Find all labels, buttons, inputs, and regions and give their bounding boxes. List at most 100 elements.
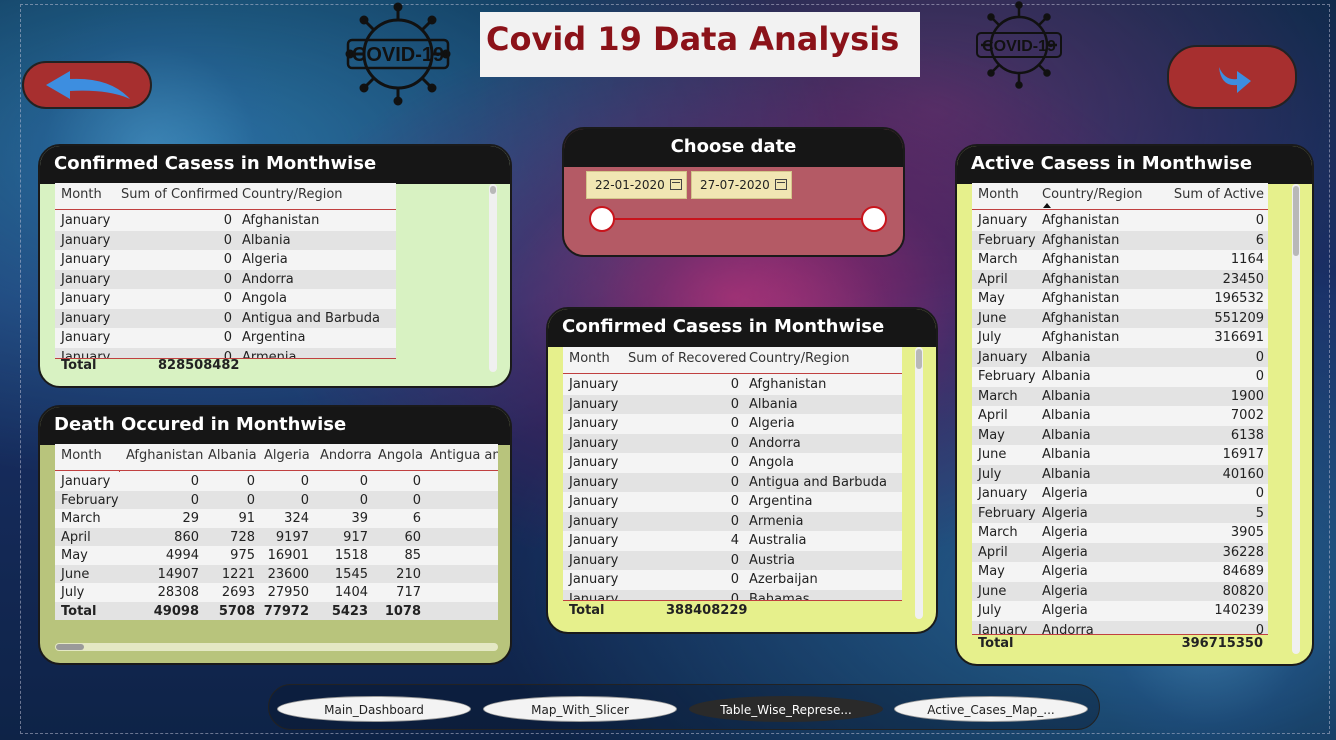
table-row[interactable]: January Algeria 0 — [972, 484, 1268, 504]
table-row[interactable]: January 0 Antigua and Barbuda — [563, 472, 902, 492]
column-header[interactable]: Andorra — [320, 446, 372, 465]
total-row: Total 49098 5708 77972 5423 1078 — [55, 601, 498, 620]
table-row[interactable]: February Afghanistan 6 — [972, 230, 1268, 250]
table-row[interactable]: January 0 Afghanistan — [563, 375, 902, 395]
table-row[interactable]: January 0 Austria — [563, 550, 902, 570]
table-row[interactable]: April Afghanistan 23450 — [972, 269, 1268, 289]
table-row[interactable]: March Albania 1900 — [972, 386, 1268, 406]
date-slider-track[interactable] — [602, 218, 874, 220]
logo-text: COVID-19 — [352, 44, 444, 66]
scrollbar-thumb[interactable] — [56, 644, 84, 650]
table-row[interactable]: May Albania 6138 — [972, 425, 1268, 445]
table-row[interactable]: January 4 Australia — [563, 531, 902, 551]
recovered-table: Month Sum of Recovered Country/Region Ja… — [563, 347, 902, 601]
table-row[interactable]: January 0 Argentina — [563, 492, 902, 512]
table-row[interactable]: January 0 Albania — [55, 230, 396, 250]
table-row[interactable]: January 0 Albania — [563, 394, 902, 414]
back-arrow-icon — [46, 71, 130, 99]
column-header[interactable]: Sum of Confirmed — [121, 185, 238, 204]
table-row[interactable]: January 0 Andorra — [55, 269, 396, 289]
column-header[interactable]: Angola — [378, 446, 423, 465]
table-row[interactable]: June Albania 16917 — [972, 445, 1268, 465]
start-date-input[interactable]: 22-01-2020 — [586, 171, 687, 199]
table-row[interactable]: June 14907 1221 23600 1545 210 — [55, 564, 498, 583]
vertical-scrollbar[interactable] — [1292, 184, 1300, 654]
death-matrix-table: Month Afghanistan Albania Algeria Andorr… — [55, 444, 498, 620]
table-row[interactable]: May Algeria 84689 — [972, 562, 1268, 582]
column-header[interactable]: Month — [61, 185, 102, 204]
column-header[interactable]: Country/Region — [242, 185, 343, 204]
confirmed-cases-card: Confirmed Casess in Monthwise Month Sum … — [38, 144, 512, 388]
table-row[interactable]: March Afghanistan 1164 — [972, 250, 1268, 270]
table-row[interactable]: April 860 728 9197 917 60 — [55, 527, 498, 546]
table-row[interactable]: June Afghanistan 551209 — [972, 308, 1268, 328]
table-header: Month Sum of Confirmed Country/Region — [55, 183, 396, 210]
table-row[interactable]: January Andorra 0 — [972, 620, 1268, 635]
column-header[interactable]: Sum of Active — [1174, 185, 1264, 204]
table-row[interactable]: March Algeria 3905 — [972, 523, 1268, 543]
table-divider — [563, 600, 902, 601]
table-row[interactable]: May 4994 975 16901 1518 85 — [55, 546, 498, 565]
card-title: Death Occured in Monthwise — [40, 407, 510, 445]
column-header[interactable]: Algeria — [264, 446, 310, 465]
forward-arrow-icon — [1219, 67, 1251, 93]
table-row[interactable]: January 0 Armenia — [563, 511, 902, 531]
column-header[interactable]: Country/Region — [1042, 185, 1143, 204]
table-row[interactable]: February 0 0 0 0 0 — [55, 490, 498, 509]
column-header[interactable]: Antigua and — [430, 446, 498, 465]
table-row[interactable]: May Afghanistan 196532 — [972, 289, 1268, 309]
table-row[interactable]: January 0 Angola — [563, 453, 902, 473]
table-row[interactable]: January 0 Algeria — [563, 414, 902, 434]
table-row[interactable]: July 28308 2693 27950 1404 717 — [55, 583, 498, 602]
active-table: Month Country/Region Sum of Active Janua… — [972, 183, 1268, 635]
table-row[interactable]: January 0 Antigua and Barbuda — [55, 308, 396, 328]
table-row[interactable]: July Albania 40160 — [972, 464, 1268, 484]
end-date-input[interactable]: 27-07-2020 — [691, 171, 792, 199]
table-row[interactable]: April Albania 7002 — [972, 406, 1268, 426]
end-date-handle[interactable] — [861, 206, 887, 232]
table-row[interactable]: January 0 Afghanistan — [55, 211, 396, 231]
table-row[interactable]: January 0 Azerbaijan — [563, 570, 902, 590]
logo-text: COVID-19 — [982, 38, 1056, 55]
table-row[interactable]: January 0 0 0 0 0 — [55, 472, 498, 491]
column-header[interactable]: Month — [61, 446, 102, 465]
table-row[interactable]: July Algeria 140239 — [972, 601, 1268, 621]
table-row[interactable]: April Algeria 36228 — [972, 542, 1268, 562]
column-header[interactable]: Month — [569, 349, 610, 368]
table-row[interactable]: January 0 Angola — [55, 289, 396, 309]
total-value: 388408229 — [666, 603, 748, 618]
tab-map-with-slicer[interactable]: Map_With_Slicer — [483, 696, 677, 722]
table-row[interactable]: January 0 Andorra — [563, 433, 902, 453]
tab-table-wise-representation[interactable]: Table_Wise_Represe... — [689, 696, 883, 722]
column-header[interactable]: Month — [978, 185, 1019, 204]
back-button[interactable] — [22, 61, 152, 109]
start-date-handle[interactable] — [589, 206, 615, 232]
table-row[interactable]: July Afghanistan 316691 — [972, 328, 1268, 348]
vertical-scrollbar[interactable] — [915, 347, 923, 619]
table-row[interactable]: February Algeria 5 — [972, 503, 1268, 523]
table-row[interactable]: February Albania 0 — [972, 367, 1268, 387]
table-row[interactable]: March 29 91 324 39 6 — [55, 509, 498, 528]
column-header[interactable]: Afghanistan — [126, 446, 203, 465]
column-header[interactable]: Sum of Recovered — [628, 349, 747, 368]
total-value: 396715350 — [1181, 636, 1263, 651]
tab-main-dashboard[interactable]: Main_Dashboard — [277, 696, 471, 722]
table-row[interactable]: January 0 Argentina — [55, 328, 396, 348]
tab-active-cases-map[interactable]: Active_Cases_Map_... — [894, 696, 1088, 722]
table-row[interactable]: June Algeria 80820 — [972, 581, 1268, 601]
table-row[interactable]: January Albania 0 — [972, 347, 1268, 367]
page-navigator: Main_Dashboard Map_With_Slicer Table_Wis… — [268, 684, 1100, 730]
horizontal-scrollbar[interactable] — [55, 643, 498, 651]
forward-button[interactable] — [1167, 45, 1297, 109]
recovered-cases-card: Confirmed Casess in Monthwise Month Sum … — [546, 307, 938, 634]
total-value: 828508482 — [158, 358, 240, 373]
table-row[interactable]: January 0 Algeria — [55, 250, 396, 270]
end-date-value: 27-07-2020 — [700, 178, 770, 192]
column-header[interactable]: Albania — [208, 446, 257, 465]
vertical-scrollbar[interactable] — [489, 184, 497, 372]
calendar-icon[interactable] — [775, 179, 787, 190]
sort-ascending-icon[interactable] — [1043, 203, 1051, 208]
table-row[interactable]: January Afghanistan 0 — [972, 211, 1268, 231]
calendar-icon[interactable] — [670, 179, 682, 190]
column-header[interactable]: Country/Region — [749, 349, 850, 368]
